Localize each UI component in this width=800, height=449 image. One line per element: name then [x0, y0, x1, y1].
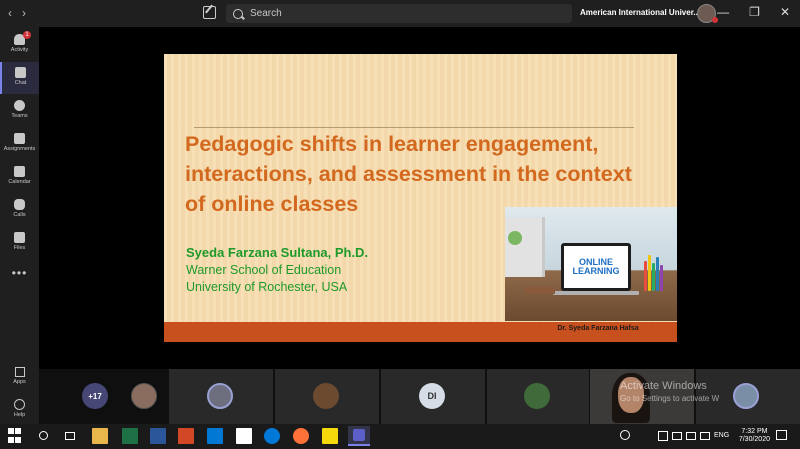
- excel-icon[interactable]: [122, 428, 138, 444]
- word-icon[interactable]: [150, 428, 166, 444]
- participant-avatar[interactable]: [131, 383, 157, 409]
- rail-label: Calls: [13, 212, 26, 218]
- participant-tile[interactable]: [487, 369, 589, 424]
- rail-item-chat[interactable]: Chat: [0, 62, 39, 94]
- rail-item-help[interactable]: Help: [0, 399, 39, 418]
- participant-avatar: [733, 383, 759, 409]
- laptop-screen-text: ONLINE LEARNING: [564, 246, 628, 288]
- book-graphic: [525, 287, 555, 294]
- battery-icon[interactable]: [672, 432, 682, 440]
- activity-badge: 1: [23, 31, 31, 39]
- file-icon: [14, 232, 25, 243]
- rail-label: Chat: [14, 80, 27, 86]
- org-switcher[interactable]: American International Univer... ⌄: [580, 8, 713, 17]
- sticky-notes-icon[interactable]: [322, 428, 338, 444]
- slide-divider: [194, 127, 634, 128]
- shelf-graphic: [505, 217, 545, 277]
- chat-icon: [15, 67, 26, 78]
- calendar-icon: [14, 166, 25, 177]
- back-arrow-icon[interactable]: ‹: [8, 6, 12, 20]
- slide-affiliation-school: Warner School of Education: [186, 263, 342, 277]
- firefox-icon[interactable]: [293, 428, 309, 444]
- compose-icon[interactable]: [203, 6, 216, 19]
- plant-graphic: [508, 231, 522, 245]
- activation-watermark-text: Go to Settings to activate W: [620, 394, 720, 403]
- teams-icon: [14, 100, 25, 111]
- activation-watermark-title: Activate Windows: [620, 380, 707, 392]
- assignments-icon: [14, 133, 25, 144]
- apps-icon: [14, 367, 25, 377]
- rail-item-activity[interactable]: 1 Activity: [0, 29, 39, 61]
- participant-avatar: [313, 383, 339, 409]
- rail-item-files[interactable]: Files: [0, 227, 39, 259]
- windows-taskbar: ENG 7:32 PM 7/30/2020: [0, 424, 800, 449]
- minimize-icon[interactable]: —: [717, 5, 729, 19]
- search-icon: [233, 8, 243, 19]
- search-icon[interactable]: [36, 428, 52, 444]
- slide-affiliation-university: University of Rochester, USA: [186, 280, 348, 294]
- store-icon[interactable]: [236, 428, 252, 444]
- teams-taskbar-icon[interactable]: [348, 426, 370, 446]
- task-view-icon[interactable]: [62, 428, 78, 444]
- powerpoint-icon[interactable]: [178, 428, 194, 444]
- rail-item-assignments[interactable]: Assignments: [0, 128, 39, 160]
- slide-footer-text: Dr. Syeda Farzana Hafsa: [557, 325, 639, 332]
- title-bar: ‹ › Search American International Univer…: [0, 0, 800, 27]
- rail-label: Activity: [10, 47, 29, 53]
- participant-tile[interactable]: [275, 369, 379, 424]
- rail-item-calendar[interactable]: Calendar: [0, 161, 39, 193]
- search-input[interactable]: Search: [226, 4, 572, 23]
- edge-icon[interactable]: [264, 428, 280, 444]
- meeting-stage: Pedagogic shifts in learner engagement, …: [39, 27, 800, 369]
- rail-item-apps[interactable]: Apps: [0, 367, 39, 385]
- more-apps-icon[interactable]: •••: [0, 266, 39, 280]
- mail-icon[interactable]: [207, 428, 223, 444]
- window-controls: — ❐ ✕: [717, 5, 790, 19]
- slide-footer-bar: Dr. Syeda Farzana Hafsa: [164, 322, 677, 342]
- shared-slide: Pedagogic shifts in learner engagement, …: [164, 54, 677, 342]
- pencil-cup-graphic: [642, 251, 664, 291]
- participant-initials-avatar: DI: [419, 383, 445, 409]
- people-icon[interactable]: [620, 430, 630, 440]
- laptop-base-graphic: [553, 291, 639, 295]
- rail-label: Apps: [13, 379, 26, 385]
- input-language[interactable]: ENG: [714, 432, 729, 439]
- rail-label: Assignments: [3, 146, 36, 152]
- start-icon[interactable]: [8, 428, 24, 444]
- laptop-graphic: ONLINE LEARNING: [561, 243, 631, 291]
- more-participants-button[interactable]: +17: [82, 383, 108, 409]
- participant-tile[interactable]: DI: [381, 369, 485, 424]
- slide-title: Pedagogic shifts in learner engagement, …: [185, 132, 632, 216]
- rail-label: Files: [13, 245, 26, 251]
- app-rail: 1 Activity Chat Teams Assignments Calend…: [0, 27, 39, 424]
- rail-label: Calendar: [8, 179, 31, 185]
- wifi-icon[interactable]: [658, 431, 668, 441]
- clock-time: 7:32 PM: [741, 428, 768, 435]
- maximize-icon[interactable]: ❐: [749, 5, 760, 19]
- participant-tile[interactable]: [169, 369, 273, 424]
- phone-icon: [14, 199, 25, 210]
- rail-label: Help: [13, 412, 26, 418]
- search-placeholder: Search: [250, 8, 282, 19]
- keyboard-icon[interactable]: [700, 432, 710, 440]
- history-nav: ‹ ›: [8, 6, 26, 20]
- file-explorer-icon[interactable]: [92, 428, 108, 444]
- chevron-up-icon[interactable]: [643, 431, 653, 441]
- participant-avatar: [207, 383, 233, 409]
- rail-label: Teams: [11, 113, 28, 119]
- help-icon: [14, 399, 25, 410]
- profile-avatar[interactable]: [697, 4, 718, 23]
- close-icon[interactable]: ✕: [780, 5, 790, 19]
- clock-date: 7/30/2020: [738, 436, 770, 443]
- forward-arrow-icon[interactable]: ›: [22, 6, 26, 20]
- participant-avatar: [524, 383, 550, 409]
- org-name: American International Univer...: [580, 8, 701, 17]
- slide-author: Syeda Farzana Sultana, Ph.D.: [186, 245, 369, 260]
- clock[interactable]: 7:32 PM 7/30/2020: [739, 428, 770, 444]
- volume-icon[interactable]: [686, 432, 696, 440]
- notifications-icon[interactable]: [776, 430, 787, 440]
- online-learning-image: ONLINE LEARNING: [505, 207, 677, 321]
- rail-item-teams[interactable]: Teams: [0, 95, 39, 127]
- rail-item-calls[interactable]: Calls: [0, 194, 39, 226]
